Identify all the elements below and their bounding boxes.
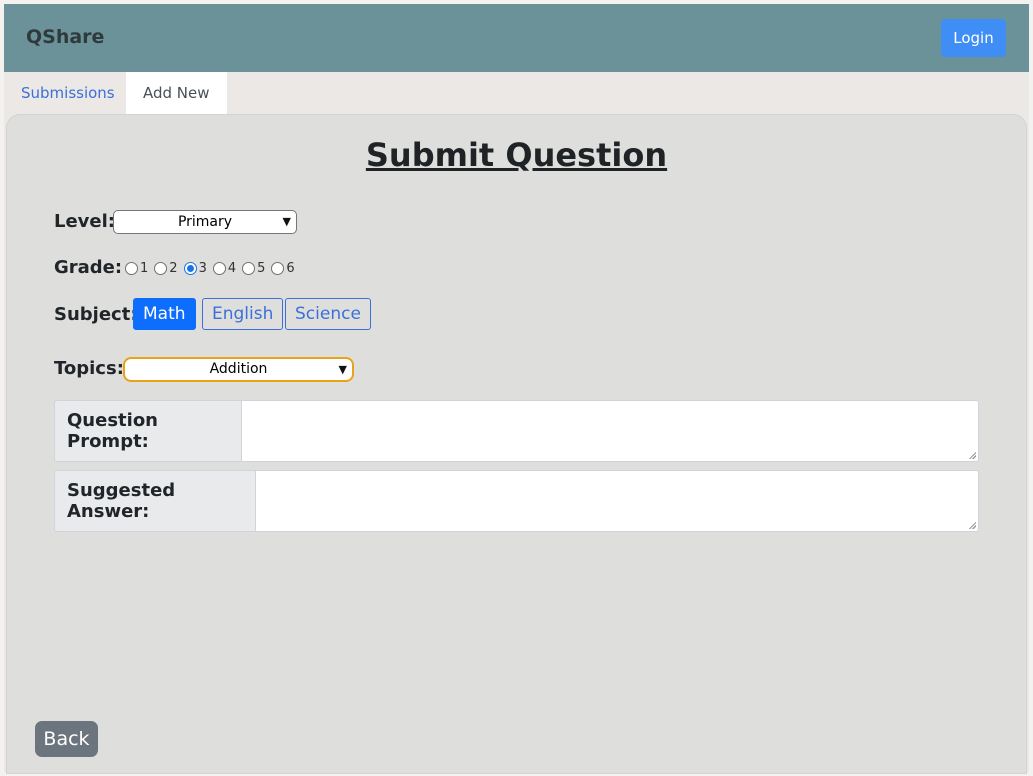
suggested-answer-textarea[interactable] [255, 470, 979, 532]
topics-select-value: Addition [209, 361, 268, 377]
grade-option-label: 4 [227, 260, 237, 276]
question-prompt-group: Question Prompt: [54, 400, 979, 462]
grade-option-label: 3 [198, 260, 207, 276]
question-prompt-label: Question Prompt: [54, 400, 241, 462]
brand-logo[interactable]: QShare [26, 26, 104, 48]
app-frame: QShare Login Submissions Add New Submit … [4, 4, 1029, 774]
grade-option-label: 1 [140, 260, 149, 276]
grade-option-1[interactable]: 1 [125, 261, 148, 276]
form-card: Submit Question Level: Primary ▼ Grade: … [6, 114, 1027, 774]
grade-option-label: 2 [169, 260, 178, 276]
navbar: QShare Login [4, 4, 1029, 72]
question-prompt-textarea[interactable] [241, 400, 979, 462]
chevron-down-icon: ▼ [338, 363, 347, 376]
grade-option-2[interactable]: 2 [154, 260, 178, 276]
radio-button[interactable] [212, 261, 226, 275]
tab-submissions[interactable]: Submissions [4, 72, 132, 114]
radio-button[interactable] [271, 261, 285, 275]
grade-option-label: 5 [257, 260, 266, 276]
suggested-answer-group: Suggested Answer: [54, 470, 979, 532]
tab-bar: Submissions Add New [4, 72, 1029, 114]
radio-button[interactable] [242, 261, 256, 275]
topics-label: Topics: [54, 358, 124, 379]
topics-select[interactable]: Addition ▼ [123, 357, 354, 382]
subject-science-button[interactable]: Science [285, 298, 371, 330]
grade-option-3[interactable]: 3 [183, 260, 207, 276]
grade-option-6[interactable]: 6 [271, 260, 295, 276]
grade-radio-group: 1 2 3 4 5 6 [125, 258, 297, 278]
radio-button-checked[interactable] [183, 261, 197, 275]
radio-button[interactable] [154, 261, 168, 275]
chevron-down-icon: ▼ [282, 215, 291, 228]
subject-math-button[interactable]: Math [133, 298, 196, 330]
grade-option-label: 6 [286, 260, 295, 276]
grade-option-5[interactable]: 5 [242, 261, 265, 276]
grade-label: Grade: [54, 257, 123, 278]
subject-english-button[interactable]: English [202, 298, 284, 330]
level-label: Level: [54, 211, 115, 232]
tab-add-new[interactable]: Add New [126, 72, 227, 114]
suggested-answer-label: Suggested Answer: [54, 470, 255, 532]
login-button[interactable]: Login [941, 19, 1006, 57]
resize-grip-icon[interactable] [968, 451, 976, 459]
subject-label: Subject: [54, 304, 138, 325]
grade-option-4[interactable]: 4 [212, 260, 237, 276]
radio-button[interactable] [125, 261, 138, 275]
back-button[interactable]: Back [35, 721, 98, 757]
page-title: Submit Question [365, 136, 668, 174]
resize-grip-icon[interactable] [968, 521, 976, 529]
level-select-value: Primary [177, 214, 233, 230]
